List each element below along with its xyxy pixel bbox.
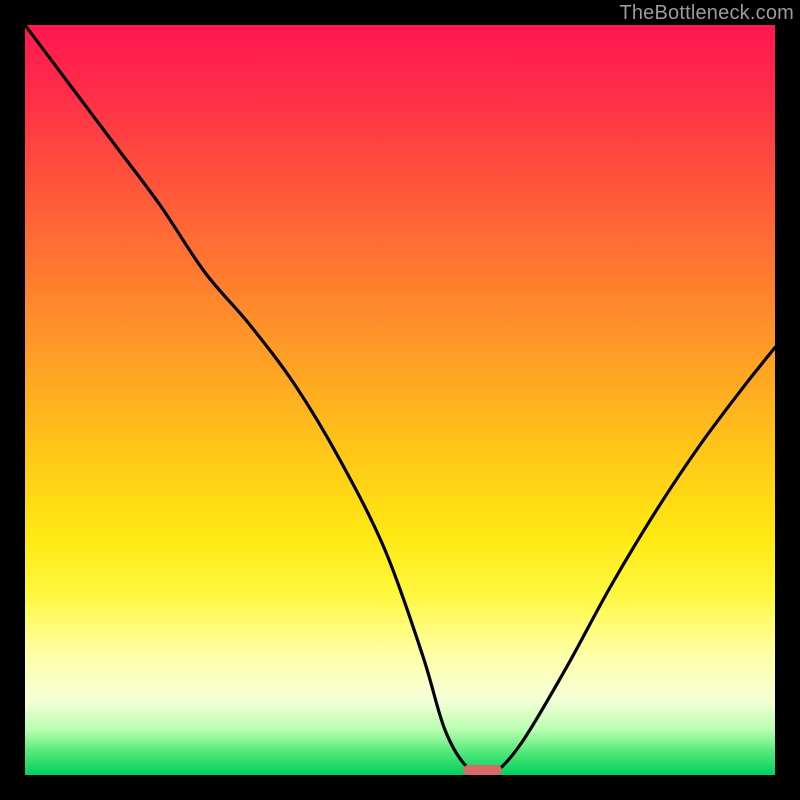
chart-container: TheBottleneck.com <box>0 0 800 800</box>
bottleneck-curve <box>25 25 775 775</box>
plot-area <box>25 25 775 775</box>
optimal-marker <box>463 765 503 776</box>
watermark-text: TheBottleneck.com <box>619 2 794 25</box>
